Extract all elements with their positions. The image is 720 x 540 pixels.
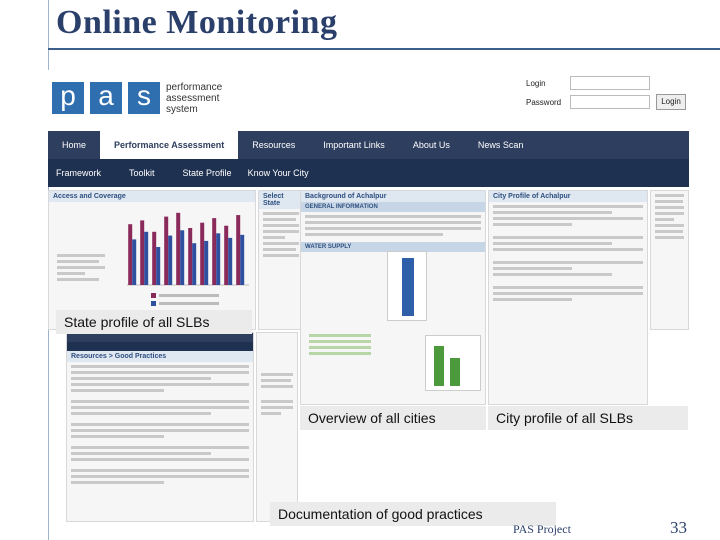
background-heading: Background of Achalpur xyxy=(301,191,485,202)
intro-text-block xyxy=(53,251,109,284)
chart-bar-s1-0 xyxy=(132,239,137,285)
logo-text: performance assessment system xyxy=(166,82,223,115)
chart-bar-s1-3 xyxy=(168,235,173,285)
nav-performance-assessment[interactable]: Performance Assessment xyxy=(100,131,239,159)
chart-bar-s1-2 xyxy=(156,247,161,285)
chart-bar-s1-4 xyxy=(180,230,185,285)
page-number: 33 xyxy=(670,518,687,537)
background-panel: Background of Achalpur GENERAL INFORMATI… xyxy=(300,190,486,405)
pas-header: p a s performance assessment system Logi… xyxy=(48,70,689,132)
chart-bar-s0-2 xyxy=(152,231,157,285)
nav-toolkit[interactable]: Toolkit xyxy=(121,159,163,187)
title-rule xyxy=(48,48,720,50)
city-profile-heading: City Profile of Achalpur xyxy=(489,191,647,202)
caption-overview: Overview of all cities xyxy=(300,406,486,430)
logo-letter-a: a xyxy=(90,82,122,114)
login-button[interactable]: Login xyxy=(656,94,686,110)
chart-bar-s0-9 xyxy=(236,215,241,285)
nav-important-links[interactable]: Important Links xyxy=(309,131,399,159)
chart-bar-s0-4 xyxy=(176,212,181,285)
chart-bar-s0-1 xyxy=(140,220,145,285)
good-practices-subnav xyxy=(67,342,253,351)
nav-about-us[interactable]: About Us xyxy=(399,131,464,159)
water-chart-box xyxy=(387,251,427,321)
good-practices-panel: Resources > Good Practices xyxy=(66,332,254,522)
select-state-panel: Select State xyxy=(258,190,304,330)
good-practices-nav xyxy=(67,333,253,342)
chart-bar-s1-1 xyxy=(144,231,149,285)
select-state-heading: Select State xyxy=(259,191,303,209)
chart-bar-s1-7 xyxy=(216,233,221,285)
slide-title: Online Monitoring xyxy=(56,4,338,41)
city-profile-panel: City Profile of Achalpur xyxy=(488,190,648,405)
chart-bar-s0-8 xyxy=(224,225,229,285)
secondary-nav: Framework Toolkit State Profile Know You… xyxy=(48,159,689,187)
password-input[interactable] xyxy=(570,95,650,109)
primary-nav: Home Performance Assessment Resources Im… xyxy=(48,131,689,159)
city-profile-sidebar xyxy=(650,190,689,330)
chart-bar-s0-6 xyxy=(200,222,205,285)
green-table-block xyxy=(305,331,375,358)
chart-legend-swatch-0 xyxy=(151,293,156,298)
chart-bar-s0-0 xyxy=(128,224,133,285)
chart-bar-s1-9 xyxy=(240,234,245,285)
chart-legend-text-1 xyxy=(159,302,219,305)
footer-project: PAS Project xyxy=(513,522,571,536)
chart-legend-text-0 xyxy=(159,294,219,297)
green-bar-1 xyxy=(434,346,444,386)
nav-home[interactable]: Home xyxy=(48,131,100,159)
login-label: Login xyxy=(526,79,546,88)
password-label: Password xyxy=(526,98,562,107)
chart-legend-swatch-1 xyxy=(151,301,156,306)
access-coverage-panel: Access and Coverage xyxy=(48,190,256,330)
logo-letter-p: p xyxy=(52,82,84,114)
water-supply-bar xyxy=(402,258,414,316)
chart-bar-s1-6 xyxy=(204,240,209,285)
chart-bar-s0-7 xyxy=(212,218,217,285)
good-practices-right-column xyxy=(256,332,298,522)
green-bar-2 xyxy=(450,358,460,386)
chart-bar-s1-5 xyxy=(192,243,197,285)
login-input[interactable] xyxy=(570,76,650,90)
nav-framework[interactable]: Framework xyxy=(48,159,109,187)
nav-know-your-city[interactable]: Know Your City xyxy=(240,159,317,187)
good-practices-heading: Resources > Good Practices xyxy=(67,351,253,362)
chart-bar-s1-8 xyxy=(228,237,233,285)
nav-state-profile[interactable]: State Profile xyxy=(175,159,240,187)
caption-city-profile: City profile of all SLBs xyxy=(488,406,688,430)
logo-letter-s: s xyxy=(128,82,160,114)
access-coverage-heading: Access and Coverage xyxy=(49,191,255,202)
chart-bar-s0-5 xyxy=(188,228,193,285)
access-coverage-chart xyxy=(127,212,249,306)
chart-bar-s0-3 xyxy=(164,216,169,285)
nav-news-scan[interactable]: News Scan xyxy=(464,131,538,159)
caption-state-profile: State profile of all SLBs xyxy=(56,310,252,334)
general-information-heading: GENERAL INFORMATION xyxy=(301,202,485,212)
nav-resources[interactable]: Resources xyxy=(238,131,309,159)
green-chart-box xyxy=(425,335,481,391)
